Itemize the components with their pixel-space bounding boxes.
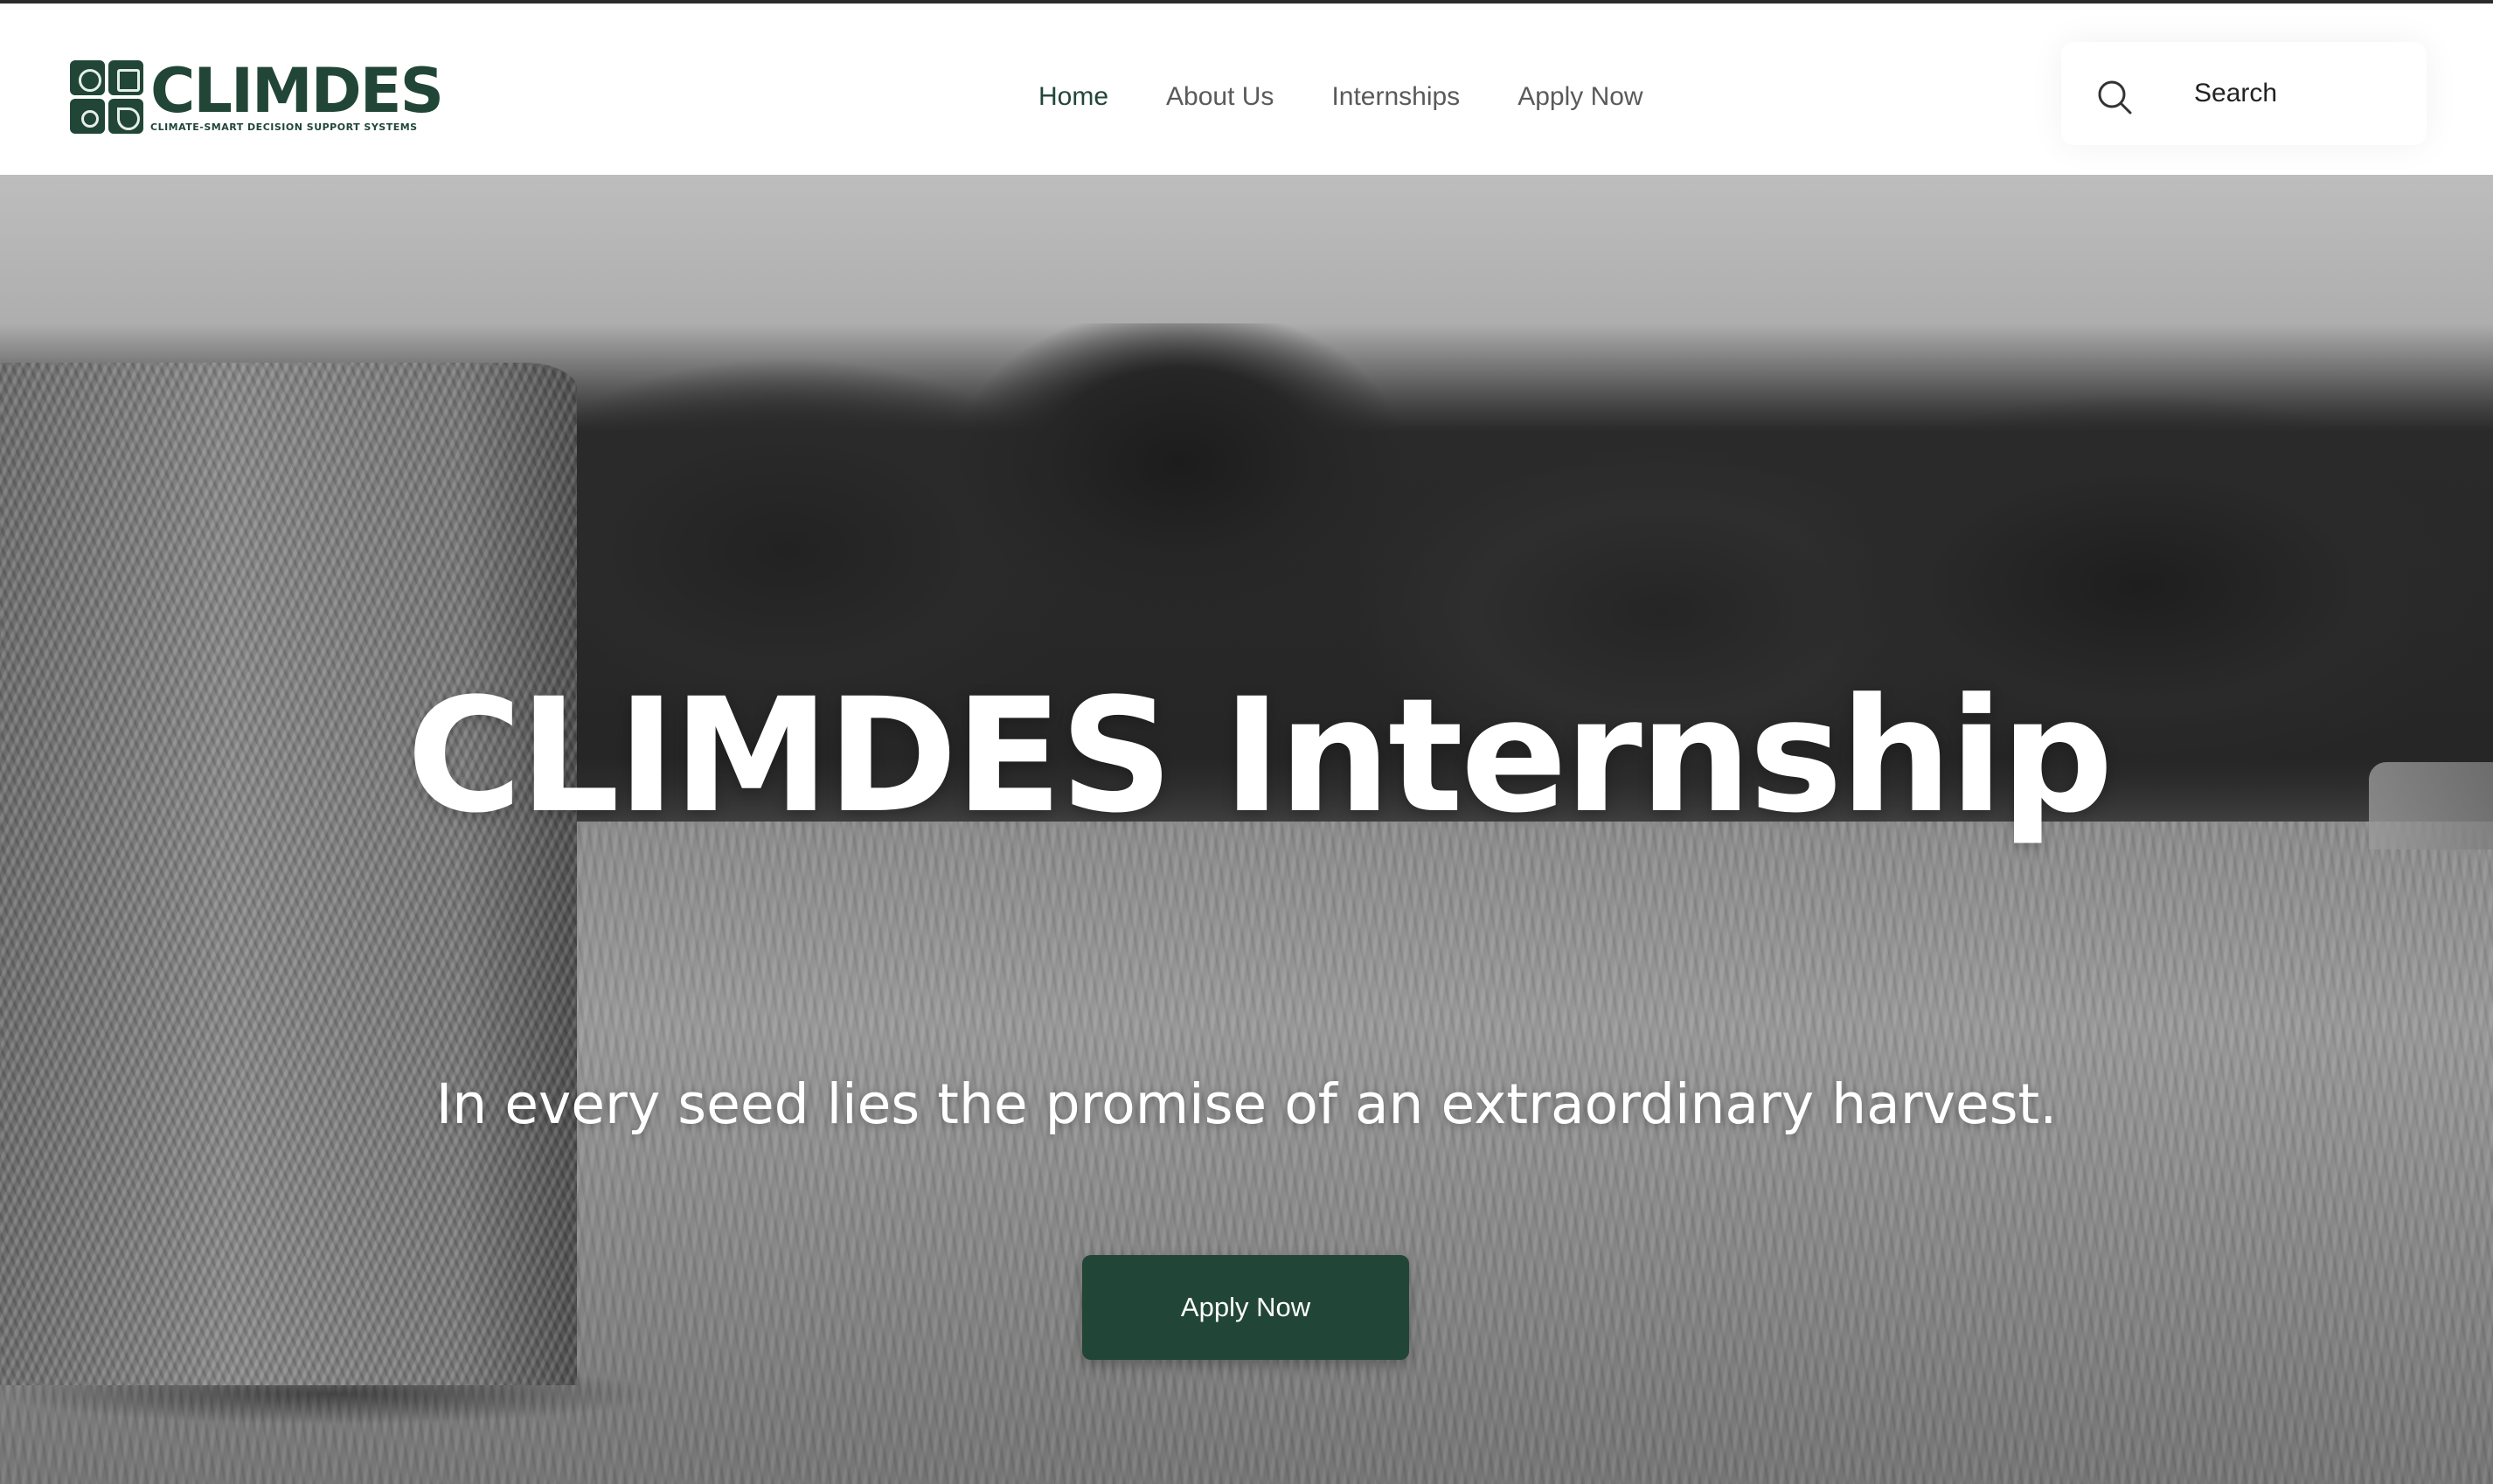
nav-internships-link[interactable]: Internships bbox=[1331, 82, 1460, 112]
apply-now-button[interactable]: Apply Now bbox=[1082, 1255, 1409, 1360]
main-nav: Home About Us Internships Apply Now bbox=[1038, 82, 1643, 112]
logo[interactable]: CLIMDES CLIMATE-SMART DECISION SUPPORT S… bbox=[70, 54, 444, 136]
nav-about-us-link[interactable]: About Us bbox=[1166, 82, 1274, 112]
hero-subtitle: In every seed lies the promise of an ext… bbox=[435, 1072, 2058, 1136]
nav-apply-now-link[interactable]: Apply Now bbox=[1517, 82, 1642, 112]
search-label: Search bbox=[2194, 79, 2278, 107]
site-header: CLIMDES CLIMATE-SMART DECISION SUPPORT S… bbox=[0, 3, 2493, 175]
logo-mark-icon bbox=[70, 60, 143, 134]
hero-section: CLIMDES Internship In every seed lies th… bbox=[0, 175, 2493, 1484]
logo-text: CLIMDES CLIMATE-SMART DECISION SUPPORT S… bbox=[150, 54, 444, 133]
search-icon bbox=[2098, 80, 2132, 114]
search-button[interactable]: Search bbox=[2061, 42, 2427, 145]
nav-home-link[interactable]: Home bbox=[1038, 82, 1108, 112]
logo-wordmark: CLIMDES bbox=[150, 54, 444, 127]
hero-title: CLIMDES Internship bbox=[406, 665, 2114, 848]
hero-background-hay-bale bbox=[0, 363, 577, 1385]
logo-tagline: CLIMATE-SMART DECISION SUPPORT SYSTEMS bbox=[150, 121, 418, 133]
